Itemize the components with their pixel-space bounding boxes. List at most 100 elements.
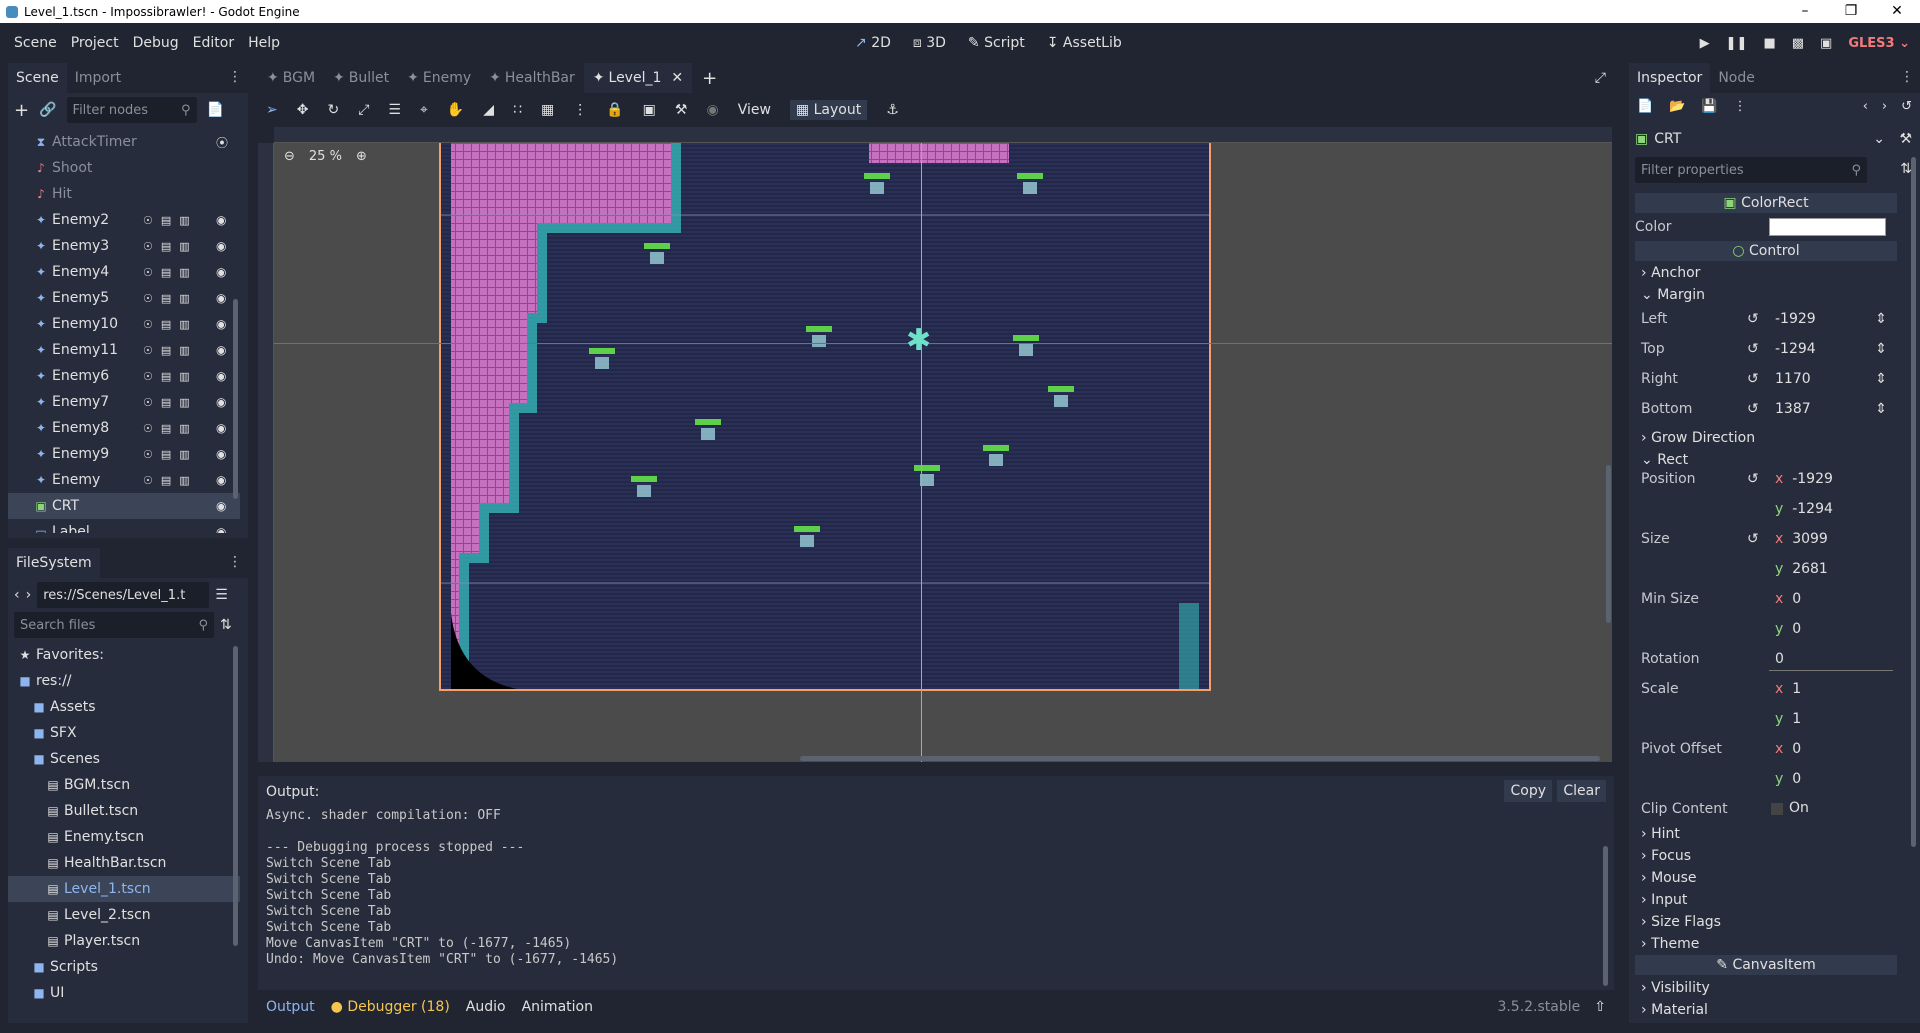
visibility-eye-icon[interactable]: ◉ bbox=[216, 317, 226, 331]
add-node-icon[interactable]: + bbox=[14, 100, 29, 121]
file-item-scenes[interactable]: ■ Scenes bbox=[8, 746, 240, 772]
sort-icon[interactable]: ⇅ bbox=[220, 617, 232, 633]
filesystem-menu-icon[interactable]: ⋮ bbox=[228, 554, 242, 570]
maximize-button[interactable]: ❐ bbox=[1828, 0, 1874, 23]
open-scene-icon[interactable]: ▤ bbox=[161, 292, 171, 305]
bone-icon[interactable]: ⚒ bbox=[675, 102, 688, 118]
signal-icon[interactable]: ⦿ bbox=[216, 134, 228, 151]
scale-tool-icon[interactable]: ⤢ bbox=[358, 102, 369, 118]
open-scene-icon[interactable]: ▤ bbox=[161, 266, 171, 279]
collapse-panel-icon[interactable]: ⇧ bbox=[1594, 999, 1606, 1015]
visibility-eye-icon[interactable]: ◉ bbox=[216, 369, 226, 383]
unlock-icon[interactable]: ☉ bbox=[143, 240, 153, 253]
group-visibility[interactable]: › Visibility bbox=[1641, 979, 1710, 997]
unlock-icon[interactable]: ☉ bbox=[143, 448, 153, 461]
scene-node-enemy8[interactable]: ✦ Enemy8 ☉ ▤ ▥ ◉ bbox=[8, 415, 240, 441]
list-select-icon[interactable]: ☰ bbox=[388, 102, 401, 118]
colorrect-section[interactable]: ▣ ColorRect bbox=[1635, 193, 1897, 213]
rotate-tool-icon[interactable]: ↻ bbox=[327, 102, 339, 118]
camera-icon[interactable]: ◉ bbox=[706, 102, 718, 118]
unlock-icon[interactable]: ☉ bbox=[143, 370, 153, 383]
pan-tool-icon[interactable]: ✋ bbox=[447, 102, 464, 118]
snap-icon[interactable]: ∷ bbox=[513, 102, 522, 118]
workspace-script-button[interactable]: ✎ Script bbox=[968, 35, 1025, 51]
clip-content-checkbox[interactable] bbox=[1771, 803, 1783, 815]
grid-snap-icon[interactable]: ▦ bbox=[541, 102, 554, 118]
object-selector[interactable]: ▣ CRT ⌄ bbox=[1635, 127, 1885, 151]
group-hint[interactable]: › Hint bbox=[1641, 825, 1680, 843]
menu-project[interactable]: Project bbox=[64, 35, 126, 51]
scene-node-enemy7[interactable]: ✦ Enemy7 ☉ ▤ ▥ ◉ bbox=[8, 389, 240, 415]
scene-tab-level_1[interactable]: ✦ Level_1 ✕ bbox=[583, 63, 693, 93]
new-resource-icon[interactable]: 📄 bbox=[1637, 99, 1653, 114]
control-section[interactable]: ○ Control bbox=[1635, 241, 1897, 261]
anchor-group[interactable]: › Anchor bbox=[1641, 264, 1700, 282]
visibility-eye-icon[interactable]: ◉ bbox=[216, 395, 226, 409]
unlock-icon[interactable]: ☉ bbox=[143, 214, 153, 227]
pivot-icon[interactable]: ✱ bbox=[906, 326, 931, 356]
file-item-favorites-[interactable]: ★ Favorites: bbox=[8, 642, 240, 668]
scene-node-enemy2[interactable]: ✦ Enemy2 ☉ ▤ ▥ ◉ bbox=[8, 207, 240, 233]
script-icon[interactable]: ▥ bbox=[179, 240, 189, 253]
renderer-select[interactable]: GLES3 ⌄ bbox=[1848, 36, 1910, 51]
scene-node-enemy9[interactable]: ✦ Enemy9 ☉ ▤ ▥ ◉ bbox=[8, 441, 240, 467]
unlock-icon[interactable]: ☉ bbox=[143, 474, 153, 487]
zoom-out-icon[interactable]: ⊖ bbox=[284, 149, 295, 164]
file-item-scripts[interactable]: ■ Scripts bbox=[8, 954, 240, 980]
open-scene-icon[interactable]: ▤ bbox=[161, 370, 171, 383]
script-icon[interactable]: ▥ bbox=[179, 474, 189, 487]
back-icon[interactable]: ‹ bbox=[14, 587, 20, 603]
unlock-icon[interactable]: ☉ bbox=[143, 422, 153, 435]
viewport-hscrollbar[interactable] bbox=[800, 756, 1600, 761]
tab-output[interactable]: Output bbox=[266, 999, 315, 1015]
revert-icon[interactable]: ↺ bbox=[1747, 371, 1759, 387]
filter-properties-input[interactable]: Filter properties ⚲ bbox=[1635, 157, 1867, 183]
scale-y-field[interactable]: y 1 bbox=[1769, 707, 1893, 731]
menu-help[interactable]: Help bbox=[241, 35, 287, 51]
scene-node-shoot[interactable]: ♪ Shoot bbox=[8, 155, 240, 181]
output-scrollbar[interactable] bbox=[1603, 846, 1608, 986]
file-item-enemy-tscn[interactable]: ▤ Enemy.tscn bbox=[8, 824, 240, 850]
load-resource-icon[interactable]: 📂 bbox=[1669, 99, 1685, 114]
canvasitem-section[interactable]: ✎ CanvasItem bbox=[1635, 955, 1897, 975]
anchor-icon[interactable]: ⚓ bbox=[886, 102, 899, 118]
move-tool-icon[interactable]: ✥ bbox=[297, 102, 309, 118]
scene-node-hit[interactable]: ♪ Hit bbox=[8, 181, 240, 207]
margin-left-field[interactable]: -1929 ⇕ bbox=[1769, 307, 1893, 331]
close-tab-icon[interactable]: ✕ bbox=[671, 70, 683, 86]
scene-node-attacktimer[interactable]: ⧗ AttackTimer ⦿ bbox=[8, 129, 240, 155]
file-item-level-1-tscn[interactable]: ▤ Level_1.tscn bbox=[8, 876, 240, 902]
tab-node[interactable]: Node bbox=[1710, 63, 1763, 93]
unlock-icon[interactable]: ☉ bbox=[143, 292, 153, 305]
visibility-eye-icon[interactable]: ◉ bbox=[216, 343, 226, 357]
script-icon[interactable]: ▥ bbox=[179, 448, 189, 461]
visibility-eye-icon[interactable]: ◉ bbox=[216, 499, 226, 513]
visibility-eye-icon[interactable]: ◉ bbox=[216, 239, 226, 253]
group-theme[interactable]: › Theme bbox=[1641, 935, 1699, 953]
visibility-eye-icon[interactable]: ◉ bbox=[216, 473, 226, 487]
close-window-button[interactable]: ✕ bbox=[1874, 0, 1920, 23]
scene-script-icon[interactable]: 📄 bbox=[207, 102, 224, 118]
more-icon[interactable]: ⋮ bbox=[573, 102, 587, 118]
tab-filesystem[interactable]: FileSystem bbox=[8, 548, 100, 578]
open-scene-icon[interactable]: ▤ bbox=[161, 240, 171, 253]
open-scene-icon[interactable]: ▤ bbox=[161, 422, 171, 435]
play-custom-scene-icon[interactable]: ▣ bbox=[1820, 36, 1832, 51]
tab-animation[interactable]: Animation bbox=[522, 999, 593, 1015]
pivot-y-field[interactable]: y 0 bbox=[1769, 767, 1893, 791]
tab-debugger[interactable]: ● Debugger (18) bbox=[331, 999, 450, 1015]
unlock-icon[interactable]: ☉ bbox=[143, 344, 153, 357]
open-scene-icon[interactable]: ▤ bbox=[161, 396, 171, 409]
view-menu[interactable]: View bbox=[738, 102, 771, 118]
copy-button[interactable]: Copy bbox=[1504, 780, 1552, 802]
distraction-free-icon[interactable]: ⤢ bbox=[1595, 70, 1606, 86]
scene-node-enemy3[interactable]: ✦ Enemy3 ☉ ▤ ▥ ◉ bbox=[8, 233, 240, 259]
resource-menu-icon[interactable]: ⋮ bbox=[1734, 99, 1747, 114]
revert-icon[interactable]: ↺ bbox=[1747, 341, 1759, 357]
min-size-y-field[interactable]: y 0 bbox=[1769, 617, 1893, 641]
revert-position-icon[interactable]: ↺ bbox=[1747, 471, 1759, 487]
clear-button[interactable]: Clear bbox=[1557, 780, 1606, 802]
open-scene-icon[interactable]: ▤ bbox=[161, 318, 171, 331]
layout-menu[interactable]: ▦ Layout bbox=[789, 100, 868, 120]
margin-right-field[interactable]: 1170 ⇕ bbox=[1769, 367, 1893, 391]
